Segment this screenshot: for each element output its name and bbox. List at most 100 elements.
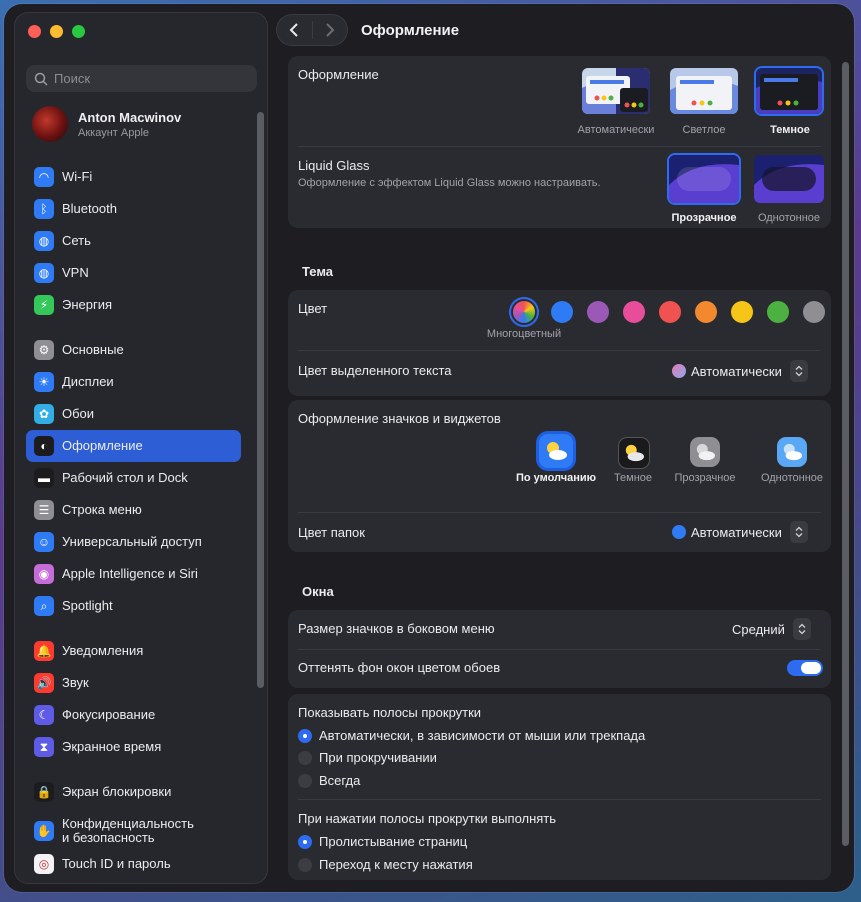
divider (298, 350, 821, 351)
liquid-glass-description: Оформление с эффектом Liquid Glass можно… (298, 177, 601, 189)
sidebar-item-2[interactable]: ◍ Сеть (26, 225, 241, 257)
icon-style-tinted[interactable] (777, 437, 807, 467)
sidebar-item-1[interactable]: ᛒ Bluetooth (26, 193, 241, 225)
radio-button (298, 773, 312, 788)
sidebar-item-15[interactable]: 🔊 Звук (26, 667, 241, 699)
show-scrollbars-scrolling[interactable]: При прокручивании (298, 750, 437, 765)
icon-style-clear[interactable] (690, 437, 720, 467)
color-swatch[interactable] (659, 301, 681, 323)
sidebar-item-4[interactable]: ⚡ Энергия (26, 289, 241, 321)
sidebar-item-11[interactable]: ☺ Универсальный доступ (26, 526, 241, 558)
sidebar-item-label: Уведомления (62, 643, 144, 658)
sidebar-item-8[interactable]: ◐ Оформление (26, 430, 241, 462)
theme-title: Тема (302, 264, 334, 279)
appearance-auto-caption: Автоматически (577, 124, 655, 136)
sidebar-item-5[interactable]: ⚙ Основные (26, 334, 241, 366)
sidebar-item-label: Рабочий стол и Dock (62, 470, 188, 485)
radio-button (298, 834, 312, 849)
sidebar-item-0[interactable]: ◠ Wi-Fi (26, 161, 241, 193)
liquid-glass-clear-thumb[interactable] (667, 153, 741, 205)
fingerprint-icon: ◎ (34, 854, 54, 874)
windows-card: Размер значков в боковом меню Средний От… (288, 610, 831, 688)
content-scrollbar[interactable] (842, 62, 849, 846)
search-icon (34, 72, 48, 86)
radio-button (298, 857, 312, 872)
sidebar-item-16[interactable]: ☾ Фокусирование (26, 699, 241, 731)
battery-bolt-icon: ⚡ (34, 295, 54, 315)
icons-widgets-card: Оформление значков и виджетов По умолчан… (288, 400, 831, 552)
scrollbar-click-label: При нажатии полосы прокрутки выполнять (298, 811, 557, 826)
sidebar-item-3[interactable]: ◍ VPN (26, 257, 241, 289)
avatar (32, 106, 68, 142)
forward-button[interactable] (312, 14, 348, 46)
sidebar-item-10[interactable]: ☰ Строка меню (26, 494, 241, 526)
bluetooth-icon: ᛒ (34, 199, 54, 219)
folder-color-popup[interactable]: Автоматически (672, 521, 808, 543)
radio-label: Всегда (319, 773, 361, 788)
tint-windows-toggle[interactable] (787, 660, 823, 676)
chevron-right-icon (326, 23, 335, 37)
folder-color-label: Цвет папок (298, 525, 365, 540)
icon-style-dark[interactable] (618, 437, 650, 469)
account-row[interactable]: Anton Macwinov Аккаунт Apple (32, 104, 252, 144)
sidebar-item-20[interactable]: ◎ Touch ID и пароль (26, 848, 241, 880)
color-swatch[interactable] (731, 301, 753, 323)
sidebar-icon-size-value: Средний (732, 621, 785, 637)
tint-windows-label: Оттенять фон окон цветом обоев (298, 660, 501, 675)
search-field[interactable] (26, 65, 257, 92)
sidebar-item-13[interactable]: ⌕ Spotlight (26, 590, 241, 622)
popup-stepper-icon (789, 521, 808, 543)
scrollbar-click-jump[interactable]: Переход к месту нажатия (298, 857, 473, 872)
gear-icon: ⚙ (34, 340, 54, 360)
show-scrollbars-always[interactable]: Всегда (298, 773, 360, 788)
highlight-color-value: Автоматически (691, 363, 782, 379)
zoom-button[interactable] (72, 25, 85, 38)
back-button[interactable] (276, 14, 312, 46)
sidebar-item-label: Экран блокировки (62, 784, 172, 799)
weather-icon (696, 443, 715, 461)
menubar-icon: ☰ (34, 500, 54, 520)
multicolor-caption: Многоцветный (486, 328, 562, 340)
sidebar-item-14[interactable]: 🔔 Уведомления (26, 635, 241, 667)
sidebar-item-label: Энергия (62, 297, 113, 312)
color-swatch[interactable] (623, 301, 645, 323)
color-swatch[interactable] (695, 301, 717, 323)
sidebar-item-12[interactable]: ◉ Apple Intelligence и Siri (26, 558, 241, 590)
appearance-dark-thumb[interactable] (754, 66, 824, 116)
minimize-button[interactable] (50, 25, 63, 38)
color-swatch[interactable] (551, 301, 573, 323)
sidebar-item-17[interactable]: ⧗ Экранное время (26, 731, 241, 763)
popup-stepper-icon (789, 360, 808, 382)
color-swatch-multicolor[interactable] (513, 301, 535, 323)
show-scrollbars-auto[interactable]: Автоматически, в зависимости от мыши или… (298, 728, 645, 743)
radio-button (298, 728, 312, 743)
icon-style-tinted-caption: Однотонное (760, 472, 824, 484)
sidebar-scrollbar[interactable] (257, 112, 264, 688)
appearance-light-thumb[interactable] (670, 68, 738, 114)
sidebar-item-18[interactable]: 🔒 Экран блокировки (26, 776, 241, 808)
page-title: Оформление (361, 22, 460, 39)
radio-label: Пролистывание страниц (319, 834, 468, 849)
appearance-icon: ◐ (34, 436, 54, 456)
theme-card: Цвет Многоцветный Цвет выделенного текст… (288, 290, 831, 396)
sidebar-item-6[interactable]: ☀ Дисплеи (26, 366, 241, 398)
sidebar-item-label: Звук (62, 675, 89, 690)
search-input[interactable] (54, 71, 244, 86)
highlight-swatch (672, 364, 686, 378)
sidebar-icon-size-popup[interactable]: Средний (732, 618, 811, 640)
close-button[interactable] (28, 25, 41, 38)
sidebar-item-19[interactable]: ✋ Конфиденциальность и безопасность (26, 812, 241, 850)
appearance-auto-thumb[interactable] (582, 68, 650, 114)
vpn-globe-icon: ◍ (34, 263, 54, 283)
sidebar-item-7[interactable]: ✿ Обои (26, 398, 241, 430)
sidebar-item-9[interactable]: ▬ Рабочий стол и Dock (26, 462, 241, 494)
color-swatch[interactable] (587, 301, 609, 323)
color-swatch[interactable] (803, 301, 825, 323)
account-name: Anton Macwinov (78, 109, 182, 125)
scrollbar-click-next-page[interactable]: Пролистывание страниц (298, 834, 467, 849)
sidebar-item-label: Экранное время (62, 739, 162, 754)
color-swatch[interactable] (767, 301, 789, 323)
icon-style-default[interactable] (539, 434, 573, 468)
highlight-color-popup[interactable]: Автоматически (672, 360, 808, 382)
liquid-glass-tinted-thumb[interactable] (754, 155, 824, 203)
